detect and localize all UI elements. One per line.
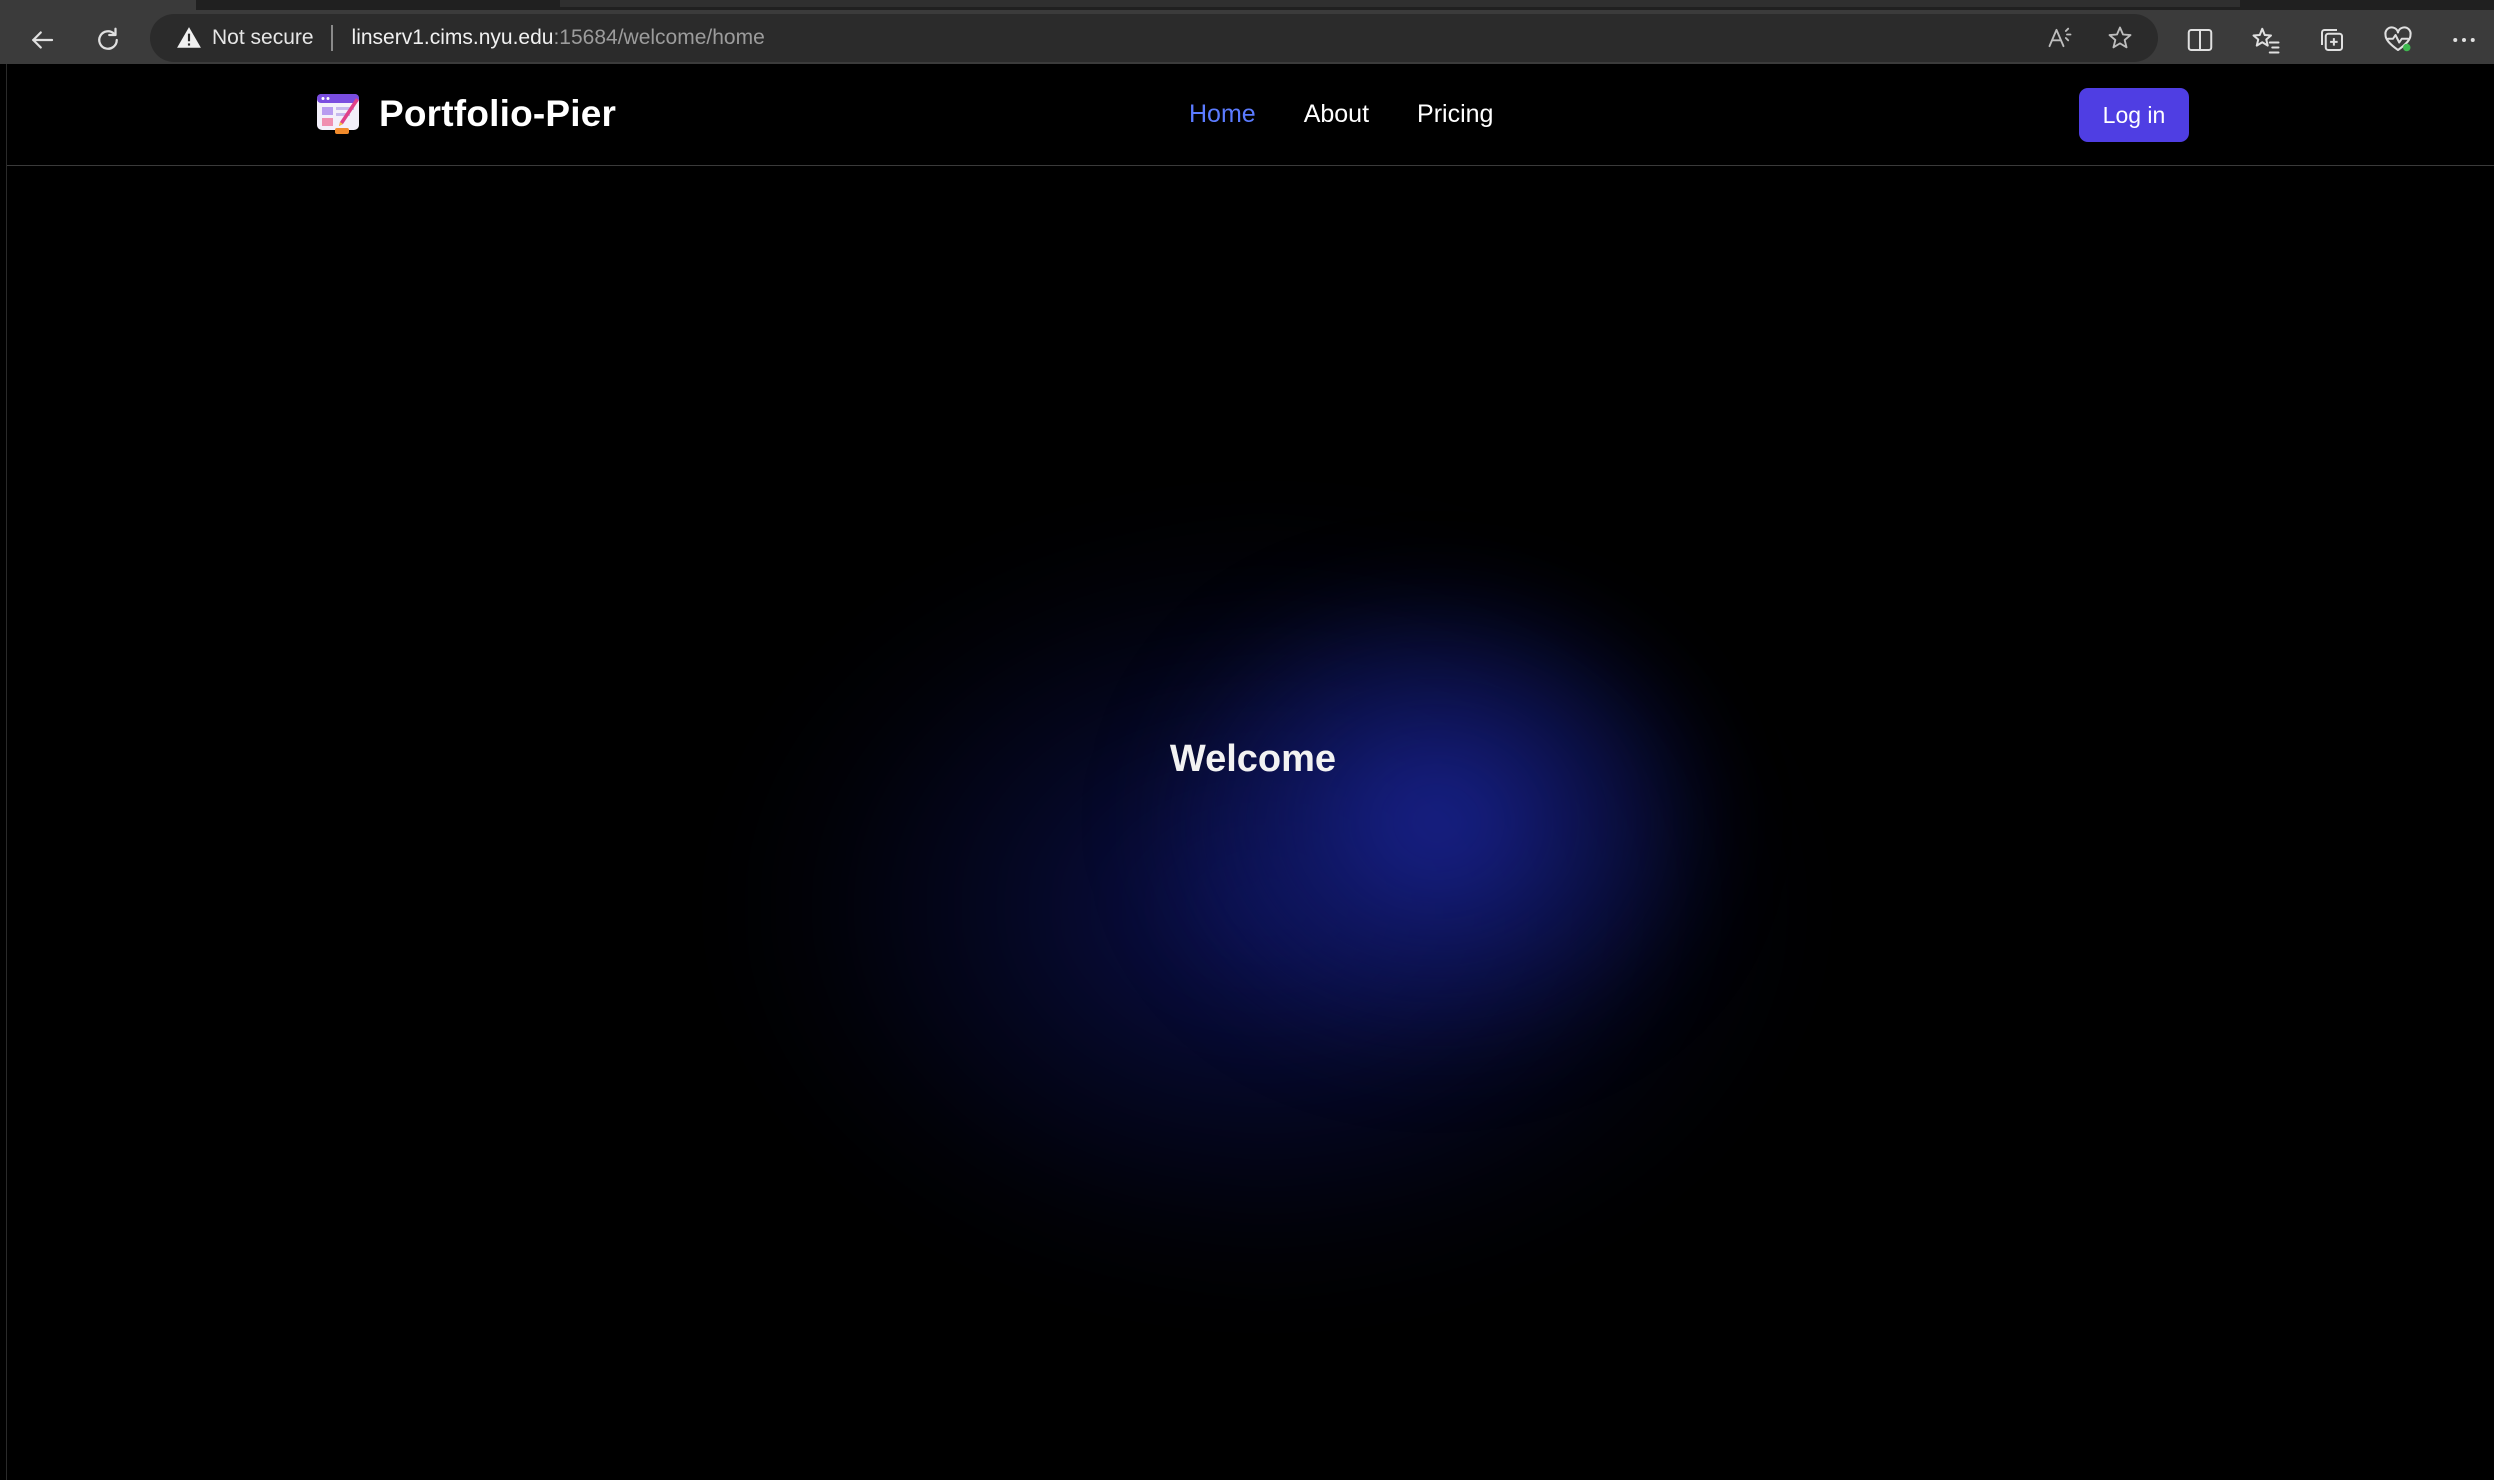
browser-toolbar: Not secure linserv1.cims.nyu.edu:15684/w…: [0, 10, 2494, 64]
url-text[interactable]: linserv1.cims.nyu.edu:15684/welcome/home: [352, 26, 765, 50]
address-bar[interactable]: Not secure linserv1.cims.nyu.edu:15684/w…: [150, 14, 2158, 62]
url-path: :15684/welcome/home: [553, 26, 765, 49]
star-icon: [2108, 26, 2132, 49]
favorite-star-button[interactable]: [2094, 16, 2146, 60]
read-aloud-button[interactable]: [2034, 16, 2086, 60]
url-host: linserv1.cims.nyu.edu: [351, 26, 554, 49]
brand-name: Portfolio-Pier: [379, 93, 617, 134]
favorites-button[interactable]: [2242, 16, 2290, 64]
brand[interactable]: Portfolio-Pier: [315, 88, 616, 140]
split-screen-icon: [2187, 29, 2213, 51]
more-menu-button[interactable]: [2440, 16, 2488, 64]
collections-button[interactable]: [2308, 16, 2356, 64]
nav-pricing[interactable]: Pricing: [1417, 100, 1493, 129]
read-aloud-icon: [2048, 27, 2072, 48]
address-bar-actions: [2034, 14, 2146, 62]
hero-glow-inner: [1157, 587, 1717, 1057]
main-nav: Home About Pricing: [1189, 94, 1493, 134]
security-label[interactable]: Not secure: [212, 26, 314, 50]
back-button[interactable]: [18, 16, 66, 64]
more-dots-icon: [2453, 38, 2475, 42]
hero-title-wrap: Welcome: [7, 738, 2494, 781]
login-button[interactable]: Log in: [2079, 88, 2189, 142]
hero-section: Welcome: [7, 167, 2494, 1480]
refresh-button[interactable]: [84, 16, 132, 64]
page-viewport: Portfolio-Pier Home About Pricing Log in…: [6, 64, 2494, 1480]
nav-home[interactable]: Home: [1189, 100, 1256, 129]
split-screen-button[interactable]: [2176, 16, 2224, 64]
heart-pulse-icon: [2384, 26, 2412, 52]
browser-essentials-button[interactable]: [2374, 16, 2422, 64]
warning-icon[interactable]: [176, 25, 202, 51]
collections-icon: [2321, 29, 2343, 51]
favorites-list-icon: [2252, 27, 2280, 54]
hero-title: Welcome: [1169, 738, 1337, 780]
back-arrow-icon: [32, 31, 54, 49]
tab-strip: [0, 0, 2494, 10]
active-tab[interactable]: [0, 0, 196, 10]
nav-about[interactable]: About: [1304, 100, 1369, 129]
site-header: Portfolio-Pier Home About Pricing Log in: [7, 64, 2494, 166]
refresh-icon: [98, 27, 118, 50]
portfolio-logo-icon: [317, 94, 359, 134]
address-divider: [330, 25, 333, 51]
tab-strip-background: [560, 0, 2240, 7]
